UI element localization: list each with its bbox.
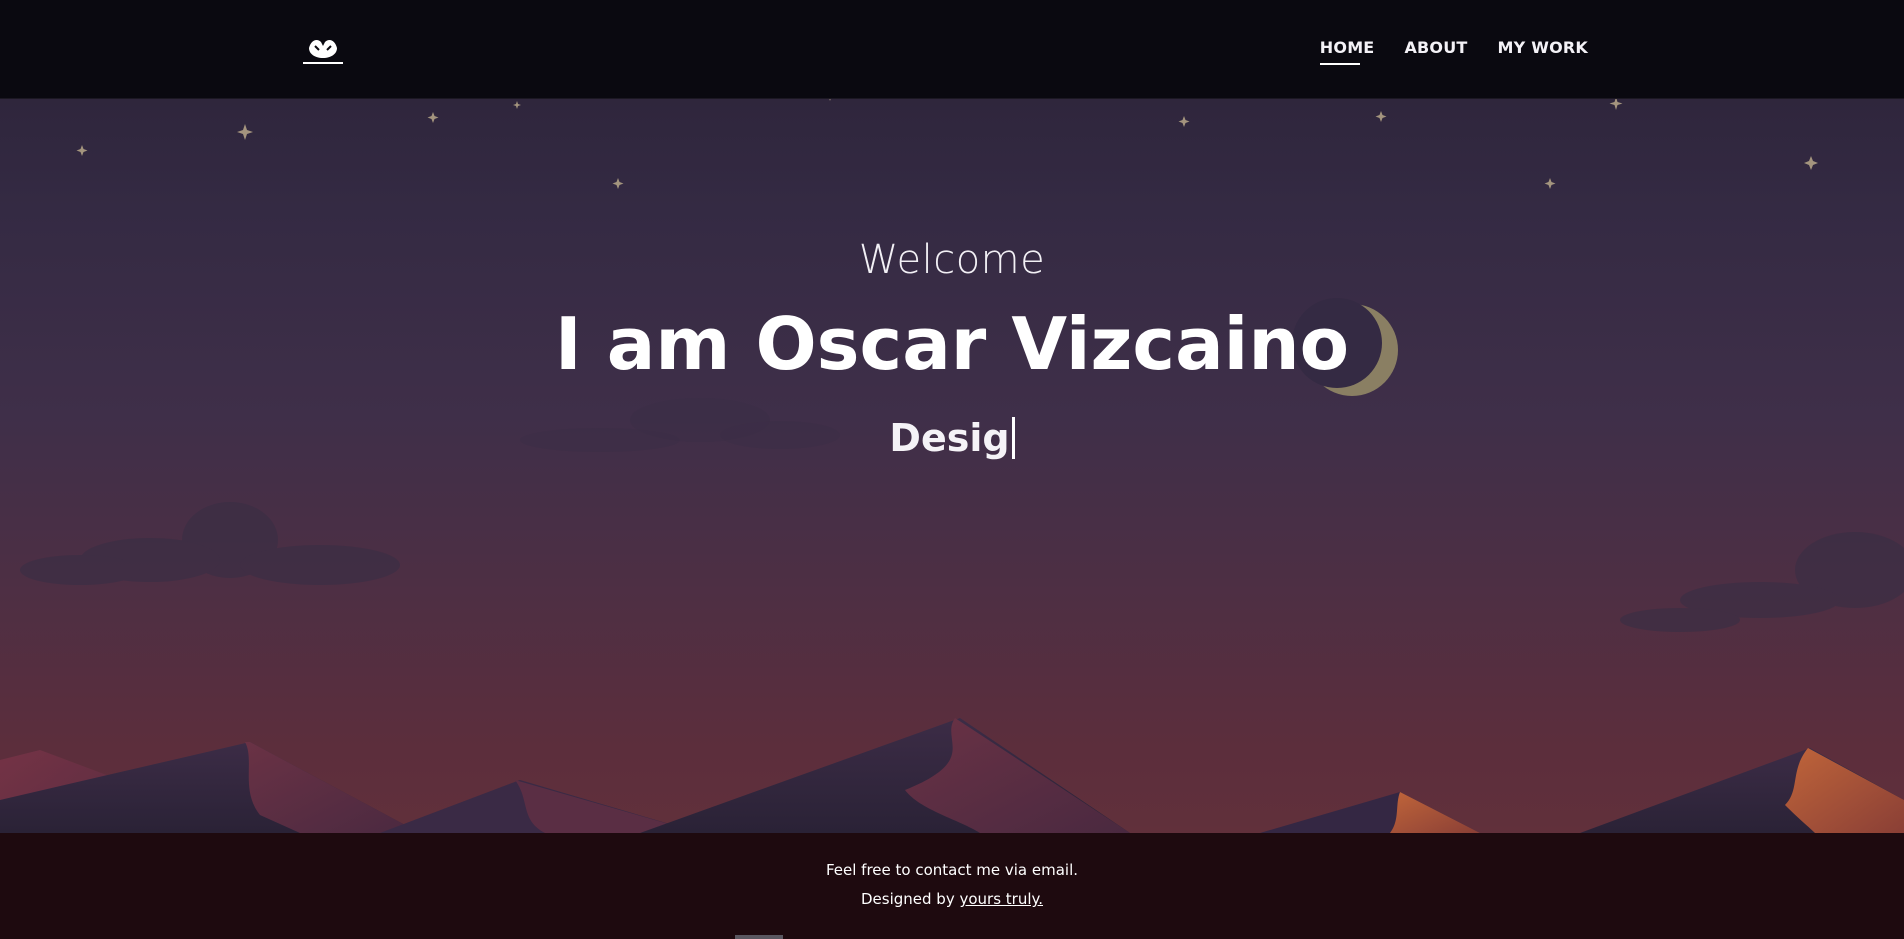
footer: Feel free to contact me via email. Desig…: [0, 833, 1904, 939]
credits-prefix: Designed by: [860, 890, 960, 908]
dunes: [0, 718, 1904, 833]
typing-cursor: [1011, 417, 1015, 459]
nav-link-my-work[interactable]: MY WORK: [1498, 38, 1588, 63]
typed-text: Desig: [889, 416, 1010, 460]
star: [1804, 156, 1818, 170]
credits-link[interactable]: yours truly.: [959, 890, 1043, 908]
nav-link-home[interactable]: HOME: [1319, 38, 1375, 65]
scrollbar-thumb[interactable]: [735, 935, 783, 939]
star: [1178, 116, 1190, 127]
stars: [76, 88, 1818, 189]
top-navbar: HOME ABOUT MY WORK: [0, 0, 1904, 99]
hero-section: Welcome I am Oscar Vizcaino Desig: [0, 230, 1904, 464]
star: [612, 178, 624, 189]
star: [237, 124, 253, 140]
main-navigation: HOME ABOUT MY WORK: [1319, 38, 1588, 65]
contact-text: Feel free to contact me via email.: [825, 861, 1079, 879]
nav-link-about[interactable]: ABOUT: [1404, 38, 1467, 63]
welcome-heading: Welcome: [858, 237, 1046, 283]
star: [513, 101, 521, 109]
star: [1375, 111, 1387, 122]
name-heading: I am Oscar Vizcaino: [554, 302, 1350, 386]
star: [76, 145, 88, 156]
credits-line: Designed by yours truly.: [0, 890, 1904, 908]
page: HOME ABOUT MY WORK Welcome I am Oscar Vi…: [0, 0, 1904, 939]
typed-role-text: Desig: [0, 412, 1904, 464]
star: [1544, 178, 1556, 189]
hands-logo-icon[interactable]: [303, 34, 343, 66]
star: [427, 112, 439, 123]
